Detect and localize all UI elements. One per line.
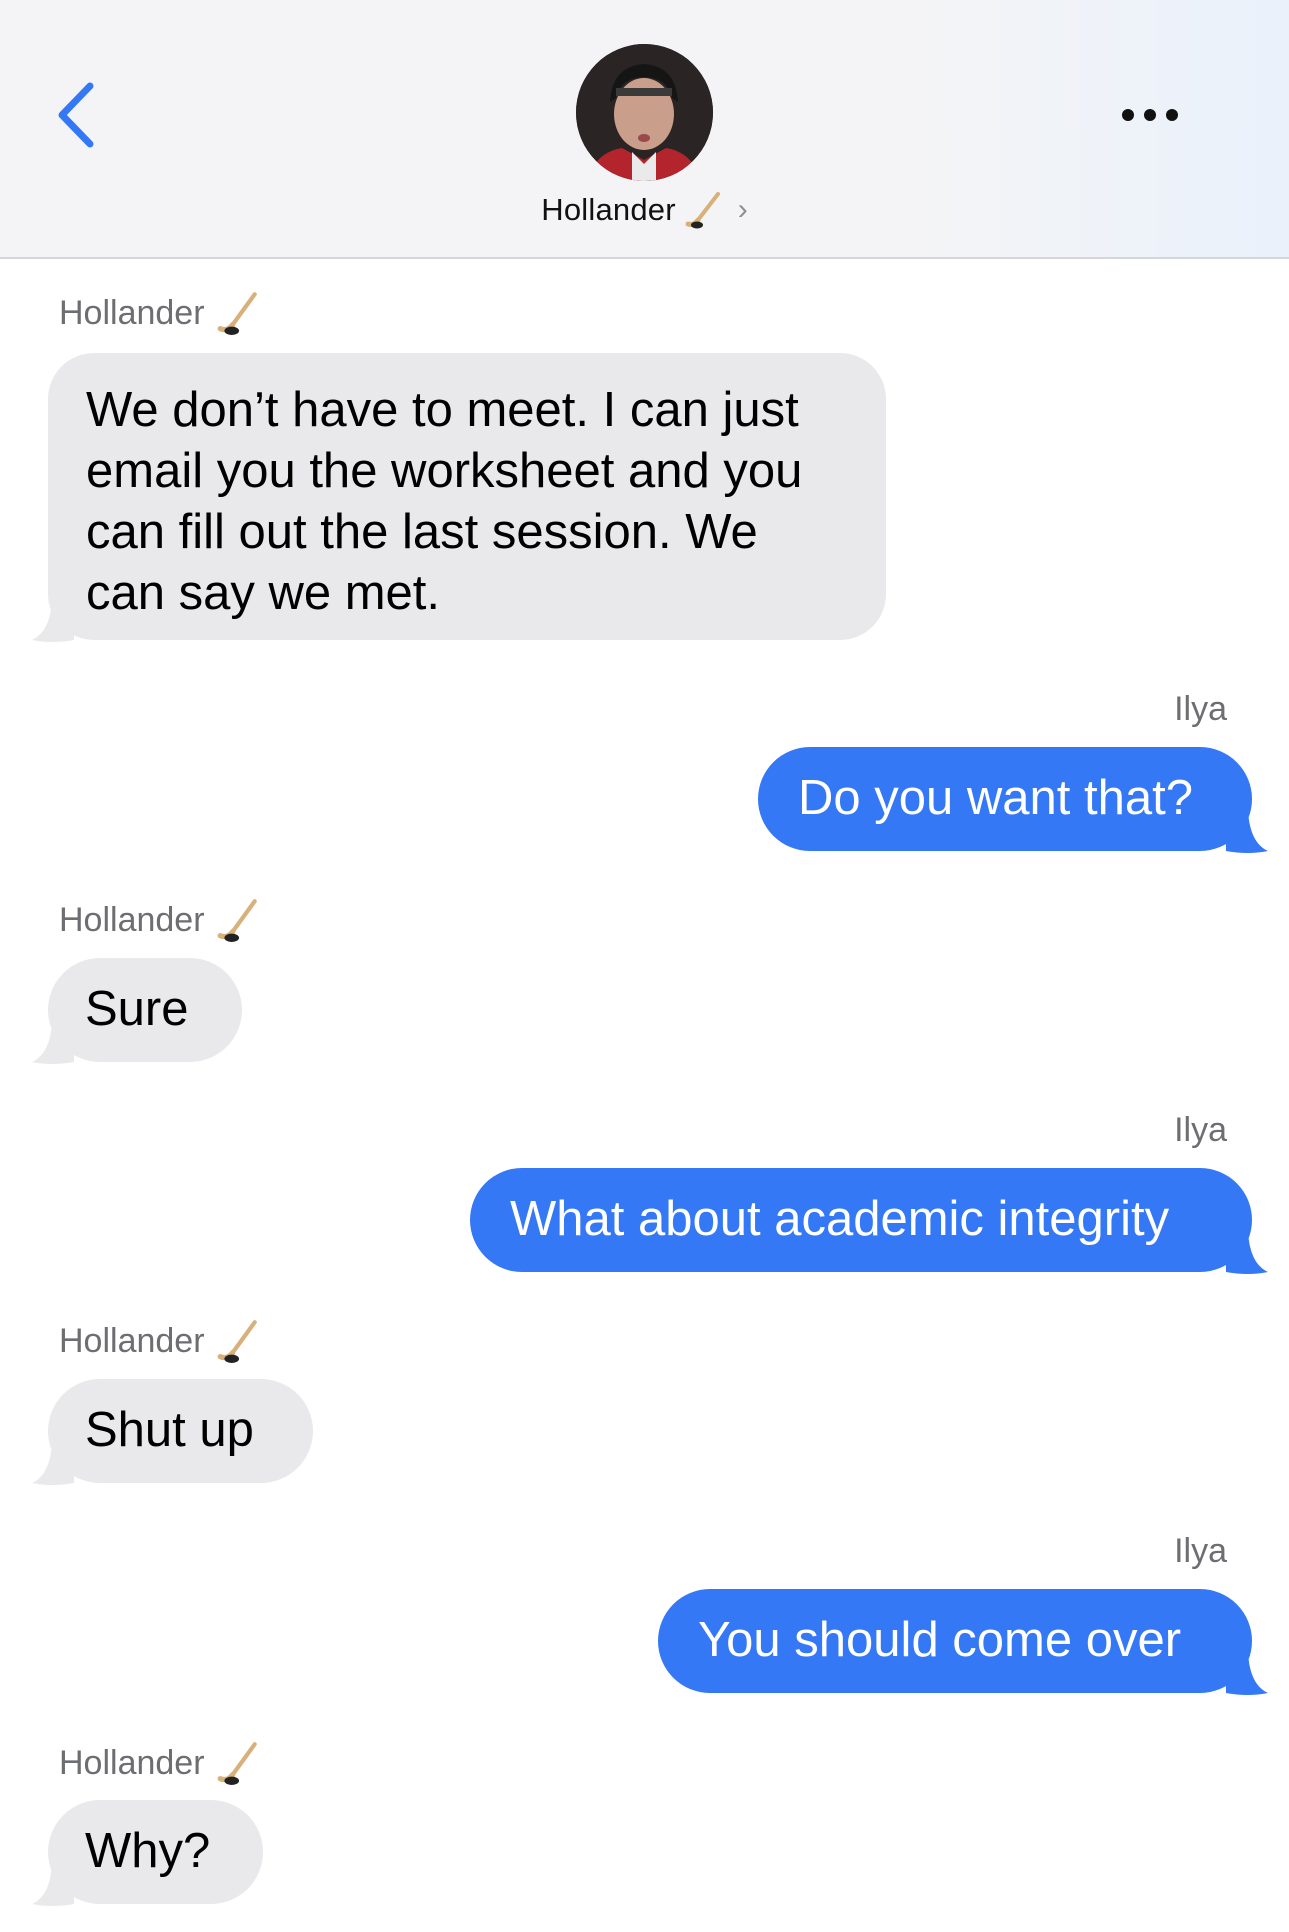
hockey-stick-icon xyxy=(217,1320,257,1363)
message-text: We don’t have to meet. I can just email … xyxy=(86,383,803,620)
sender-label: Hollander xyxy=(59,1740,259,1786)
message-text: Shut up xyxy=(85,1403,254,1457)
sender-label: Hollander xyxy=(59,290,259,336)
bubble-tail xyxy=(32,1022,74,1064)
bubble-tail xyxy=(1226,1653,1268,1695)
message-bubble-incoming[interactable]: We don’t have to meet. I can just email … xyxy=(32,353,886,642)
hockey-stick-icon xyxy=(217,899,257,942)
message-text: Do you want that? xyxy=(798,771,1193,825)
message-bubble-incoming[interactable]: Why? xyxy=(32,1800,263,1906)
bubble-tail xyxy=(32,600,74,642)
message-text: What about academic integrity xyxy=(510,1192,1170,1246)
message-bubble-outgoing[interactable]: You should come over xyxy=(658,1589,1268,1695)
hockey-stick-icon xyxy=(217,1742,257,1785)
message-bubble-incoming[interactable]: Sure xyxy=(32,958,242,1064)
sender-label: Ilya xyxy=(1174,1532,1227,1570)
sender-label: Ilya xyxy=(1174,1111,1227,1149)
message-bubble-outgoing[interactable]: What about academic integrity xyxy=(470,1168,1268,1274)
message-text: Sure xyxy=(85,982,189,1036)
message-bubble-incoming[interactable]: Shut up xyxy=(32,1379,313,1485)
contact-avatar[interactable] xyxy=(576,44,713,181)
ellipsis-icon[interactable] xyxy=(1118,103,1182,127)
bubble-tail xyxy=(32,1864,74,1906)
bubble-tail xyxy=(32,1443,74,1485)
back-chevron-icon[interactable] xyxy=(52,80,102,150)
contact-name-row[interactable]: Hollander › xyxy=(0,190,1289,240)
message-text: Why? xyxy=(85,1824,211,1878)
conversation-header: Hollander › xyxy=(0,0,1289,259)
hockey-stick-icon xyxy=(217,292,257,335)
hockey-stick-icon xyxy=(685,192,720,229)
avatar-photo xyxy=(576,44,713,181)
sender-label: Hollander xyxy=(59,1318,259,1364)
bubble-tail xyxy=(1226,1232,1268,1274)
chevron-right-icon: › xyxy=(737,193,748,226)
sender-label: Hollander xyxy=(59,897,259,943)
message-text: You should come over xyxy=(698,1613,1182,1667)
message-bubble-outgoing[interactable]: Do you want that? xyxy=(758,747,1268,853)
contact-name: Hollander xyxy=(541,192,676,227)
bubble-tail xyxy=(1226,811,1268,853)
sender-label: Ilya xyxy=(1174,690,1227,728)
